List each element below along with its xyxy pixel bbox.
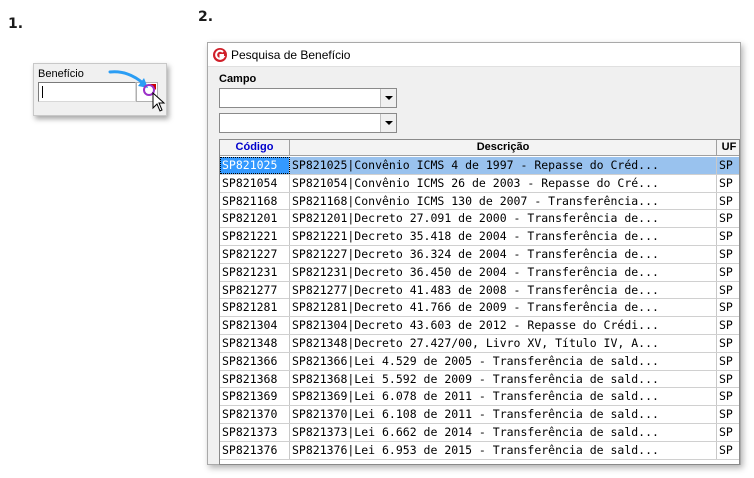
step-label-1: 1. bbox=[8, 16, 24, 32]
cell-description: SP821168|Convênio ICMS 130 de 2007 - Tra… bbox=[290, 192, 717, 210]
cell-code: SP821281 bbox=[220, 299, 290, 317]
table-row[interactable]: SP821227 SP821227|Decreto 36.324 de 2004 … bbox=[220, 245, 739, 264]
cell-description: SP821054|Convênio ICMS 26 de 2003 - Repa… bbox=[290, 174, 717, 192]
chevron-down-icon[interactable] bbox=[380, 89, 396, 107]
cell-description: SP821221|Decreto 35.418 de 2004 - Transf… bbox=[290, 228, 717, 246]
cell-uf: SP bbox=[719, 246, 733, 261]
cell-uf: SP bbox=[719, 175, 733, 190]
cell-uf: SP bbox=[719, 282, 733, 297]
column-header-uf[interactable]: UF bbox=[717, 140, 739, 156]
window-titlebar: Pesquisa de Benefício bbox=[208, 43, 740, 67]
table-row[interactable]: SP821373 SP821373|Lei 6.662 de 2014 - Tra… bbox=[220, 423, 739, 442]
mouse-cursor-icon bbox=[152, 92, 166, 112]
table-row[interactable]: SP821370 SP821370|Lei 6.108 de 2011 - Tra… bbox=[220, 406, 739, 424]
cell-code: SP821227 bbox=[220, 245, 290, 263]
cell-code: SP821231 bbox=[220, 263, 290, 281]
cell-description: SP821368|Lei 5.592 de 2009 - Transferênc… bbox=[290, 370, 717, 388]
cell-code: SP821368 bbox=[220, 370, 290, 388]
cell-uf: SP bbox=[719, 264, 733, 279]
cell-uf: SP bbox=[719, 353, 733, 368]
table-row[interactable]: SP821168 SP821168|Convênio ICMS 130 de 20… bbox=[220, 192, 739, 211]
text-caret bbox=[42, 86, 43, 98]
table-row[interactable]: SP821366 SP821366|Lei 4.529 de 2005 - Tra… bbox=[220, 352, 739, 371]
cell-uf: SP bbox=[719, 389, 733, 404]
cell-code: SP821370 bbox=[220, 406, 290, 424]
cell-uf: SP bbox=[719, 211, 733, 226]
cell-uf: SP bbox=[719, 371, 733, 386]
table-row[interactable]: SP821277 SP821277|Decreto 41.483 de 2008 … bbox=[220, 281, 739, 300]
cell-code: SP821221 bbox=[220, 228, 290, 246]
table-row[interactable]: SP821304 SP821304|Decreto 43.603 de 2012 … bbox=[220, 317, 739, 335]
cell-code: SP821054 bbox=[220, 174, 290, 192]
cell-uf: SP bbox=[719, 407, 733, 422]
table-row[interactable]: SP821231 SP821231|Decreto 36.450 de 2004 … bbox=[220, 263, 739, 282]
table-row[interactable]: SP821368 SP821368|Lei 5.592 de 2009 - Tra… bbox=[220, 370, 739, 389]
table-row[interactable]: SP821281 SP821281|Decreto 41.766 de 2009 … bbox=[220, 299, 739, 318]
table-row[interactable]: SP821369 SP821369|Lei 6.078 de 2011 - Tra… bbox=[220, 388, 739, 407]
cell-uf: SP bbox=[719, 335, 733, 350]
cell-description: SP821201|Decreto 27.091 de 2000 - Transf… bbox=[290, 210, 717, 228]
cell-code: SP821168 bbox=[220, 192, 290, 210]
table-row[interactable]: SP821221 SP821221|Decreto 35.418 de 2004 … bbox=[220, 228, 739, 246]
cell-description: SP821281|Decreto 41.766 de 2009 - Transf… bbox=[290, 299, 717, 317]
cell-code: SP821373 bbox=[220, 423, 290, 441]
g-logo-icon bbox=[213, 48, 227, 62]
cell-uf: SP bbox=[717, 157, 739, 174]
chevron-down-icon[interactable] bbox=[380, 114, 396, 132]
grid-rows: SP821025 SP821025|Convênio ICMS 4 de 1997… bbox=[220, 157, 739, 460]
cell-code: SP821366 bbox=[220, 352, 290, 370]
benefit-field-panel: Benefício bbox=[33, 63, 167, 116]
cell-description: SP821370|Lei 6.108 de 2011 - Transferênc… bbox=[290, 406, 717, 424]
table-row[interactable]: SP821376 SP821376|Lei 6.953 de 2015 - Tra… bbox=[220, 441, 739, 460]
benefit-search-window: Pesquisa de Benefício Campo Código Descr… bbox=[207, 42, 741, 465]
table-row[interactable]: SP821054 SP821054|Convênio ICMS 26 de 200… bbox=[220, 174, 739, 193]
cell-description: SP821348|Decreto 27.427/00, Livro XV, Tí… bbox=[290, 334, 717, 352]
cell-code: SP821376 bbox=[220, 441, 290, 459]
cell-code: SP821348 bbox=[220, 334, 290, 352]
cell-code: SP821369 bbox=[220, 388, 290, 406]
window-title: Pesquisa de Benefício bbox=[231, 48, 351, 62]
table-row[interactable]: SP821201 SP821201|Decreto 27.091 de 2000 … bbox=[220, 210, 739, 229]
column-header-code[interactable]: Código bbox=[220, 140, 290, 156]
cell-description: SP821277|Decreto 41.483 de 2008 - Transf… bbox=[290, 281, 717, 299]
table-row[interactable]: SP821025 SP821025|Convênio ICMS 4 de 1997… bbox=[220, 157, 739, 175]
cell-description: SP821231|Decreto 36.450 de 2004 - Transf… bbox=[290, 263, 717, 281]
table-row[interactable]: SP821348 SP821348|Decreto 27.427/00, Livr… bbox=[220, 334, 739, 353]
cell-uf: SP bbox=[719, 229, 733, 244]
benefit-field-label: Benefício bbox=[38, 68, 84, 80]
cell-code: SP821025 bbox=[220, 157, 290, 174]
cell-description: SP821304|Decreto 43.603 de 2012 - Repass… bbox=[290, 317, 717, 335]
column-header-description[interactable]: Descrição bbox=[290, 140, 717, 156]
cell-code: SP821304 bbox=[220, 317, 290, 335]
cell-description: SP821376|Lei 6.953 de 2015 - Transferênc… bbox=[290, 441, 717, 459]
cell-uf: SP bbox=[719, 318, 733, 333]
step-label-2: 2. bbox=[198, 9, 214, 25]
grid-header: Código Descrição UF bbox=[220, 140, 739, 156]
cell-uf: SP bbox=[719, 442, 733, 457]
results-grid[interactable]: Código Descrição UF SP821025 SP821025|Con… bbox=[219, 139, 740, 465]
cell-code: SP821277 bbox=[220, 281, 290, 299]
campo-label: Campo bbox=[219, 73, 257, 85]
cell-description: SP821369|Lei 6.078 de 2011 - Transferênc… bbox=[290, 388, 717, 406]
cell-description: SP821025|Convênio ICMS 4 de 1997 - Repas… bbox=[290, 157, 717, 174]
cell-uf: SP bbox=[719, 300, 733, 315]
cell-description: SP821227|Decreto 36.324 de 2004 - Transf… bbox=[290, 245, 717, 263]
campo-select[interactable] bbox=[219, 88, 397, 108]
cell-description: SP821373|Lei 6.662 de 2014 - Transferênc… bbox=[290, 423, 717, 441]
cell-uf: SP bbox=[719, 193, 733, 208]
cell-code: SP821201 bbox=[220, 210, 290, 228]
cell-uf: SP bbox=[719, 424, 733, 439]
cell-description: SP821366|Lei 4.529 de 2005 - Transferênc… bbox=[290, 352, 717, 370]
operator-select[interactable] bbox=[219, 113, 397, 133]
